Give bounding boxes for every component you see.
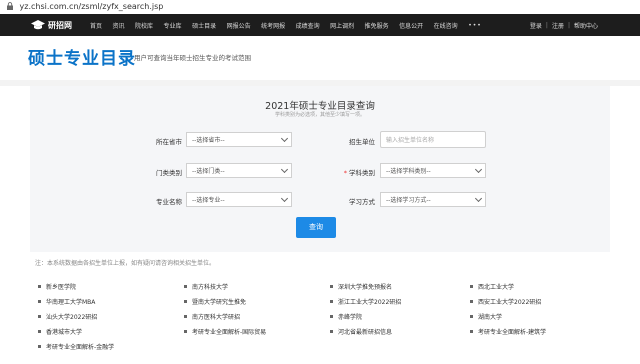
unit-input[interactable]: 输入招生单位名称 (380, 131, 486, 148)
logo-text: 研招网 (48, 20, 72, 30)
nav-item[interactable]: 统考网报 (261, 21, 285, 30)
province-select-value: --选择省市-- (192, 137, 225, 144)
province-label: 所在省市 (156, 138, 182, 146)
login-link[interactable]: 登录 (530, 21, 542, 30)
promo-link[interactable]: 考研专业全面解析-金融学 (38, 342, 114, 351)
disclaimer-note: 注：本系统数据由各招生单位上报，如有疑问请咨询相关招生单位。 (35, 260, 216, 267)
promo-link[interactable]: 暨南大学研究生推免 (184, 297, 246, 306)
page-subtitle: 用户可查询当年硕士招生专业的考试范围 (134, 54, 251, 62)
lock-icon (7, 2, 13, 10)
user-links: 登录 | 注册 | 帮助中心 (530, 14, 598, 36)
site-logo[interactable]: 研招网 (31, 18, 72, 32)
nav-item[interactable]: 成绩查询 (296, 21, 320, 30)
url-text: yz.chsi.com.cn/zsml/zyfx_search.jsp (19, 2, 164, 11)
unit-label: 招生单位 (349, 138, 375, 146)
graduation-cap-icon (31, 20, 45, 30)
promo-link[interactable]: 西北工业大学 (470, 282, 514, 291)
study-mode-label: 学习方式 (349, 198, 375, 206)
page-title: 硕士专业目录 (28, 49, 136, 69)
nav-item[interactable]: 在线咨询 (434, 21, 458, 30)
major-select[interactable]: --选择专业-- (186, 192, 292, 207)
promo-link[interactable]: 汕头大学2022研招 (38, 312, 97, 321)
study-mode-select-value: --选择学习方式-- (386, 197, 431, 204)
nav-links: 首页 资讯 院校库 专业库 硕士目录 网报公告 统考网报 成绩查询 网上调剂 推免服务 信息公开 在线… (90, 14, 492, 36)
discipline-select[interactable]: --选择学科类别-- (380, 163, 486, 178)
nav-item[interactable]: 硕士目录 (192, 21, 216, 30)
more-menu-icon[interactable]: ••• (468, 22, 482, 29)
chevron-down-icon (474, 165, 483, 174)
discipline-select-value: --选择学科类别-- (386, 168, 431, 175)
promo-link[interactable]: 赤峰学院 (330, 312, 362, 321)
address-bar[interactable]: yz.chsi.com.cn/zsml/zyfx_search.jsp (0, 0, 640, 15)
required-mark: * (343, 169, 347, 177)
chevron-down-icon (474, 194, 483, 203)
top-navigation: 研招网 首页 资讯 院校库 专业库 硕士目录 网报公告 统考网报 成绩查询 网上调剂 推免服务 信息… (0, 14, 640, 36)
form-title: 2021年硕士专业目录查询 (265, 101, 375, 112)
promo-link[interactable]: 考研专业全面解析-建筑学 (470, 327, 546, 336)
promo-link[interactable]: 南方科技大学 (184, 282, 228, 291)
promo-link[interactable]: 考研专业全面解析-国际贸易 (184, 327, 266, 336)
search-button[interactable]: 查询 (296, 217, 336, 238)
help-center-link[interactable]: 帮助中心 (574, 21, 598, 30)
page-header: 硕士专业目录 用户可查询当年硕士招生专业的考试范围 (0, 36, 640, 80)
province-select[interactable]: --选择省市-- (186, 132, 292, 147)
promo-link[interactable]: 浙江工业大学2022研招 (330, 297, 401, 306)
category-label: 门类类别 (156, 169, 182, 177)
nav-item[interactable]: 资讯 (113, 21, 125, 30)
category-select[interactable]: --选择门类-- (186, 163, 292, 178)
nav-item[interactable]: 信息公开 (399, 21, 423, 30)
chevron-down-icon (280, 194, 289, 203)
promo-link[interactable]: 香港城市大学 (38, 327, 82, 336)
promo-link[interactable]: 南方医科大学研招 (184, 312, 240, 321)
major-select-value: --选择专业-- (192, 197, 225, 204)
nav-item[interactable]: 专业库 (164, 21, 182, 30)
major-label: 专业名称 (156, 198, 182, 206)
separator: | (545, 21, 548, 29)
nav-item[interactable]: 院校库 (135, 21, 153, 30)
promo-link[interactable]: 湖南大学 (470, 312, 502, 321)
promo-link[interactable]: 西安工业大学2022研招 (470, 297, 541, 306)
promo-link[interactable]: 河北省最新研招信息 (330, 327, 392, 336)
chevron-down-icon (280, 165, 289, 174)
nav-item[interactable]: 首页 (90, 21, 102, 30)
discipline-label-text: 学科类别 (349, 169, 375, 177)
promo-link[interactable]: 新乡医学院 (38, 282, 76, 291)
discipline-label: * 学科类别 (315, 167, 375, 177)
nav-item[interactable]: 推免服务 (365, 21, 389, 30)
category-select-value: --选择门类-- (192, 168, 225, 175)
promo-link[interactable]: 深圳大学推免预报名 (330, 282, 392, 291)
nav-item[interactable]: 网报公告 (227, 21, 251, 30)
separator: | (567, 21, 570, 29)
promo-link[interactable]: 华南理工大学MBA (38, 297, 95, 306)
study-mode-select[interactable]: --选择学习方式-- (380, 192, 486, 207)
chevron-down-icon (280, 134, 289, 143)
form-note: 学科类别为必选项，其他至少填写一项。 (274, 112, 365, 118)
register-link[interactable]: 注册 (552, 21, 564, 30)
nav-item[interactable]: 网上调剂 (330, 21, 354, 30)
